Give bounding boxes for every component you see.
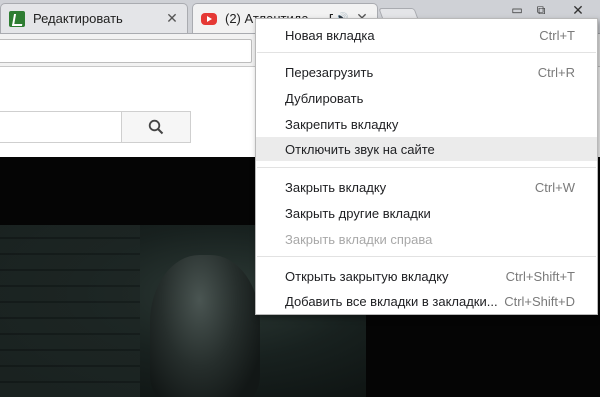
menu-item-shortcut: Ctrl+Shift+D xyxy=(504,293,575,309)
menu-item-label: Отключить звук на сайте xyxy=(285,141,435,157)
tab-title: Редактировать xyxy=(33,11,123,26)
menu-item-shortcut: Ctrl+T xyxy=(539,27,575,43)
menu-item-label: Закрепить вкладку xyxy=(285,116,399,132)
menu-item-close-other-tabs[interactable]: Закрыть другие вкладки xyxy=(256,201,597,225)
tab-context-menu: Новая вкладка Ctrl+T Перезагрузить Ctrl+… xyxy=(255,18,598,315)
menu-separator xyxy=(257,167,596,168)
address-bar[interactable] xyxy=(0,39,252,63)
menu-item-close-tabs-right: Закрыть вкладки справа xyxy=(256,227,597,251)
menu-item-reopen-closed-tab[interactable]: Открыть закрытую вкладку Ctrl+Shift+T xyxy=(256,264,597,288)
menu-item-reload[interactable]: Перезагрузить Ctrl+R xyxy=(256,60,597,84)
menu-item-pin-tab[interactable]: Закрепить вкладку xyxy=(256,112,597,136)
tab-edit[interactable]: Редактировать ✕ xyxy=(0,3,188,33)
menu-separator xyxy=(257,256,596,257)
menu-item-close-tab[interactable]: Закрыть вкладку Ctrl+W xyxy=(256,175,597,199)
youtube-icon xyxy=(201,12,217,25)
menu-item-shortcut: Ctrl+R xyxy=(537,64,575,80)
menu-item-label: Закрыть вкладки справа xyxy=(285,231,433,247)
menu-item-new-tab[interactable]: Новая вкладка Ctrl+T xyxy=(256,23,597,47)
menu-item-label: Добавить все вкладки в закладки... xyxy=(285,293,498,309)
search-input[interactable] xyxy=(0,111,122,143)
menu-separator xyxy=(257,52,596,53)
close-icon[interactable]: ✕ xyxy=(165,10,179,27)
video-background xyxy=(0,225,140,397)
site-favicon-icon xyxy=(9,10,25,27)
menu-item-shortcut: Ctrl+W xyxy=(534,179,575,195)
menu-item-bookmark-all-tabs[interactable]: Добавить все вкладки в закладки... Ctrl+… xyxy=(256,289,597,313)
search-icon xyxy=(148,119,164,135)
menu-item-label: Дублировать xyxy=(285,90,364,106)
video-figure xyxy=(150,255,260,397)
menu-item-mute-site[interactable]: Отключить звук на сайте xyxy=(256,137,597,161)
menu-item-label: Перезагрузить xyxy=(285,64,374,80)
menu-item-shortcut: Ctrl+Shift+T xyxy=(505,268,575,284)
search-button[interactable] xyxy=(121,111,191,143)
menu-item-duplicate[interactable]: Дублировать xyxy=(256,86,597,110)
menu-item-label: Закрыть другие вкладки xyxy=(285,205,431,221)
menu-item-label: Открыть закрытую вкладку xyxy=(285,268,449,284)
menu-item-label: Новая вкладка xyxy=(285,27,375,43)
menu-item-label: Закрыть вкладку xyxy=(285,179,387,195)
